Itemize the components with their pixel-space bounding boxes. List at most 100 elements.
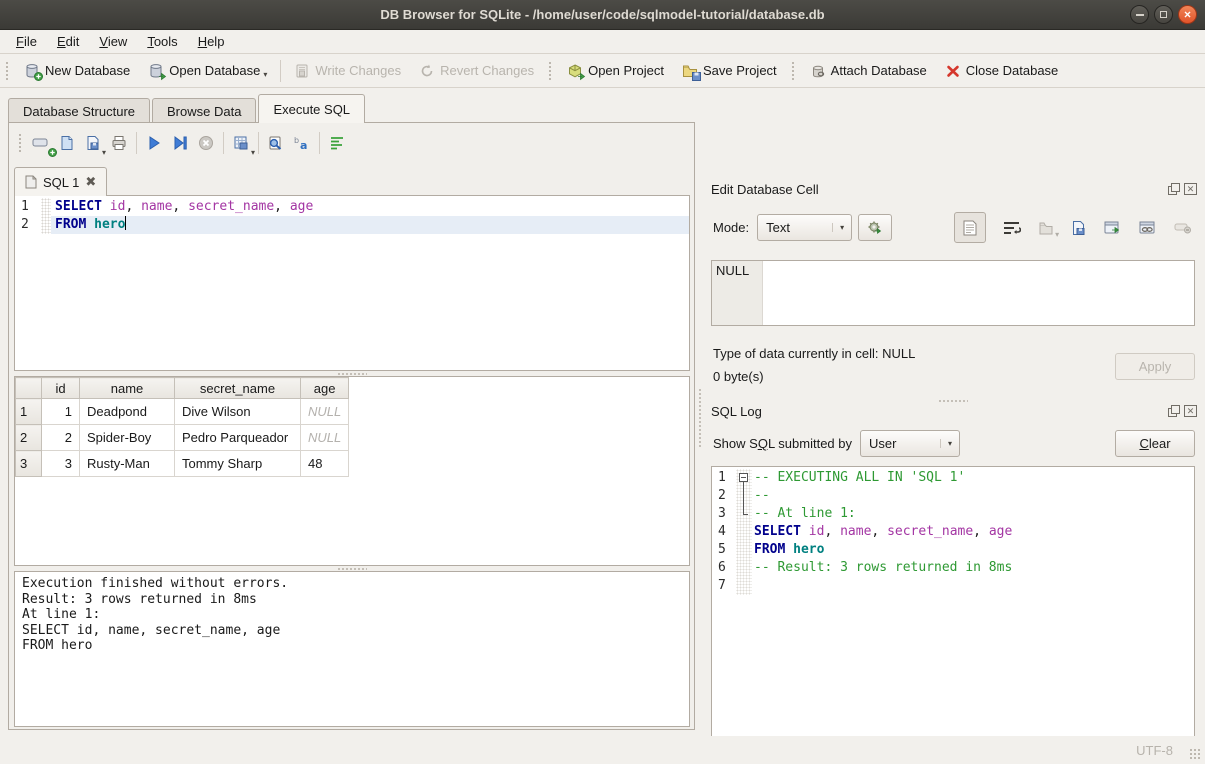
find-replace-button[interactable]: ba [289,131,315,155]
title-bar: DB Browser for SQLite - /home/user/code/… [0,0,1205,30]
status-bar: UTF-8 [0,736,1205,764]
close-button[interactable]: × [1178,5,1197,24]
execution-message-box[interactable]: Execution finished without errors. Resul… [14,571,690,727]
text-mode-button[interactable] [954,212,986,243]
save-sql-file-button[interactable]: ▾ [80,131,106,155]
minimize-button[interactable] [1130,5,1149,24]
sql1-tab[interactable]: SQL 1 ✖ [14,167,107,196]
sql1-tab-label: SQL 1 [43,175,79,190]
chevron-down-icon: ▾ [940,439,959,448]
main-tab-bar: Database Structure Browse Data Execute S… [8,96,367,123]
menu-bar: File Edit View Tools Help [0,30,1205,54]
open-database-button[interactable]: Open Database ▾ [139,59,276,83]
column-header-secret-name[interactable]: secret_name [175,378,301,399]
format-sql-button[interactable] [324,131,350,155]
toolbar-grip[interactable] [548,61,553,81]
open-sql-file-button[interactable] [54,131,80,155]
edit-cell-title: Edit Database Cell [711,182,1163,197]
filter-label: Show SQL submitted by [713,436,852,451]
execute-current-line-button[interactable] [167,131,193,155]
copy-link-icon[interactable] [1139,220,1157,236]
export-cell-data-icon[interactable] [1071,220,1087,236]
tab-database-structure[interactable]: Database Structure [8,98,150,123]
panel-splitter[interactable] [698,388,703,448]
sql-log-editor[interactable]: 1 -- EXECUTING ALL IN 'SQL 1' 2 -- 3 -- … [711,466,1195,764]
menu-help[interactable]: Help [188,31,235,52]
right-dock: Edit Database Cell ✕ Mode: Text ▾ [705,176,1205,764]
import-cell-data-icon[interactable]: ▾ [1038,220,1054,236]
save-results-dropdown-icon[interactable]: ▾ [251,148,255,157]
fold-collapse-icon[interactable] [739,473,748,482]
column-header-age[interactable]: age [301,378,349,399]
revert-changes-button[interactable]: Revert Changes [410,59,543,83]
submitted-by-select[interactable]: User ▾ [860,430,960,457]
table-row: 2 2 Spider-Boy Pedro Parqueador NULL [16,425,349,451]
column-header-id[interactable]: id [42,378,80,399]
close-panel-icon[interactable]: ✕ [1184,405,1197,417]
edit-cell-header: Edit Database Cell ✕ [707,180,1201,198]
sql-toolbar-grip[interactable] [18,133,23,153]
new-sql-tab-button[interactable] [28,131,54,155]
encoding-indicator[interactable]: UTF-8 [1136,743,1173,758]
column-header-name[interactable]: name [80,378,175,399]
results-table: id name secret_name age 1 1 Deadpond Div… [15,377,349,477]
chevron-down-icon: ▾ [832,223,851,232]
print-sql-button[interactable] [106,131,132,155]
sql-file-icon [25,175,37,189]
save-results-button[interactable]: ▾ [228,131,254,155]
open-project-button[interactable]: Open Project [558,59,673,83]
menu-tools[interactable]: Tools [137,31,187,52]
close-database-button[interactable]: Close Database [936,59,1068,83]
cell-value-editor[interactable]: NULL [711,260,1195,326]
svg-text:a: a [300,139,307,151]
find-button[interactable] [263,131,289,155]
sql-toolbar: ▾ ▾ ba [13,129,350,157]
sql-toolbar-separator [319,132,320,154]
cell-value-text: NULL [712,261,763,325]
sql-editor[interactable]: 1 SELECT id, name, secret_name, age 2 FR… [14,195,690,371]
maximize-button[interactable] [1154,5,1173,24]
sql-log-filter-row: Show SQL submitted by User ▾ Clear [713,430,1195,457]
corner-header-cell[interactable] [16,378,42,399]
svg-text:b: b [294,136,299,145]
mode-select[interactable]: Text ▾ [757,214,852,241]
work-area: Database Structure Browse Data Execute S… [0,88,1205,736]
sql1-tab-close-icon[interactable]: ✖ [85,174,96,190]
toolbar-separator [280,60,281,82]
cell-mode-row: Mode: Text ▾ ▾ [713,212,1205,243]
menu-file[interactable]: File [6,31,47,52]
window-title: DB Browser for SQLite - /home/user/code/… [380,7,824,22]
tab-execute-sql[interactable]: Execute SQL [258,94,365,123]
open-in-external-icon[interactable] [1104,220,1122,236]
float-panel-icon[interactable] [1167,183,1180,195]
cell-size-info: 0 byte(s) [713,369,764,384]
open-database-dropdown-icon[interactable]: ▾ [263,70,267,79]
attach-database-button[interactable]: Attach Database [801,59,936,83]
word-wrap-icon[interactable] [1003,220,1021,236]
resize-grip[interactable] [1189,748,1202,761]
new-database-icon [24,63,40,79]
stop-execution-button[interactable] [193,131,219,155]
execute-sql-button[interactable] [141,131,167,155]
save-project-icon [682,63,698,79]
toolbar-grip[interactable] [5,61,10,81]
auto-apply-button[interactable] [858,214,892,241]
toolbar-grip[interactable] [791,61,796,81]
write-changes-icon [294,63,310,79]
main-toolbar: New Database Open Database ▾ Write Chang… [0,54,1205,88]
menu-edit[interactable]: Edit [47,31,89,52]
sql-doc-tab-bar: SQL 1 ✖ [14,167,107,196]
menu-view[interactable]: View [89,31,137,52]
sql-toolbar-separator [223,132,224,154]
new-database-button[interactable]: New Database [15,59,139,83]
editor-line-current: 2 FROM hero [15,216,689,234]
close-panel-icon[interactable]: ✕ [1184,183,1197,195]
apply-button[interactable]: Apply [1115,353,1195,380]
cell-edit-toolbar: ▾ [954,212,1205,243]
float-panel-icon[interactable] [1167,405,1180,417]
set-null-icon[interactable] [1174,221,1192,235]
clear-log-button[interactable]: Clear [1115,430,1195,457]
save-project-button[interactable]: Save Project [673,59,786,83]
write-changes-button[interactable]: Write Changes [285,59,410,83]
tab-browse-data[interactable]: Browse Data [152,98,256,123]
